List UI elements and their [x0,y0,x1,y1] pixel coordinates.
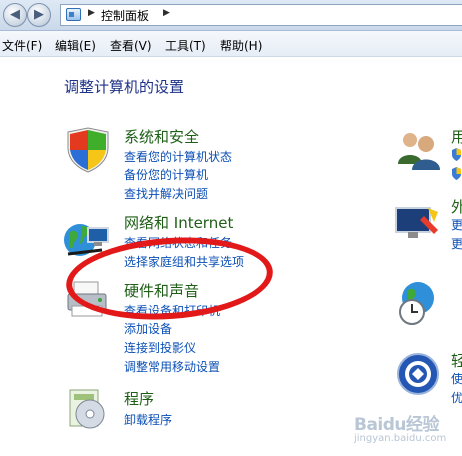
appearance-monitor-icon[interactable] [394,202,440,246]
breadcrumb-control-panel[interactable]: 控制面板 [101,7,149,24]
uac-shield-icon [452,148,461,161]
baidu-watermark: Baidu经验 jingyan.baidu.com [340,404,462,456]
category-network-internet[interactable]: 网络和 Internet [124,212,233,233]
category-user-accounts-partial[interactable]: 用 [451,126,462,147]
link-connect-projector[interactable]: 连接到投影仪 [124,339,196,356]
menu-bar: 文件(F) 编辑(E) 查看(V) 工具(T) 帮助(H) [0,31,462,57]
address-bar: ◀ ▶ ▶ 控制面板 ▶ [0,0,462,31]
ease-of-access-icon[interactable] [396,352,440,396]
breadcrumb[interactable]: ▶ 控制面板 ▶ [60,4,462,26]
category-programs[interactable]: 程序 [124,388,154,409]
menu-tools[interactable]: 工具(T) [165,37,206,54]
link-add-device[interactable]: 添加设备 [124,320,172,337]
category-system-security[interactable]: 系统和安全 [124,126,199,147]
category-appearance-partial[interactable]: 外 [451,196,462,217]
forward-arrow-icon: ▶ [34,7,44,22]
back-arrow-icon: ◀ [10,7,20,22]
forward-button[interactable]: ▶ [27,3,51,27]
menu-edit[interactable]: 编辑(E) [55,37,96,54]
back-button[interactable]: ◀ [3,3,27,27]
link-change-theme-partial[interactable]: 更 [451,216,462,233]
breadcrumb-separator-icon[interactable]: ▶ [163,8,170,18]
security-shield-icon[interactable] [64,126,112,174]
link-uninstall-program[interactable]: 卸载程序 [124,411,172,428]
menu-help[interactable]: 帮助(H) [220,37,262,54]
link-ease-setting-partial[interactable]: 使 [451,370,462,387]
programs-disc-icon[interactable] [64,386,110,432]
link-view-computer-status[interactable]: 查看您的计算机状态 [124,148,232,165]
link-mobility-settings[interactable]: 调整常用移动设置 [124,358,220,375]
uac-shield-icon [452,167,461,180]
menu-view[interactable]: 查看(V) [110,37,152,54]
link-change-background-partial[interactable]: 更 [451,235,462,252]
user-accounts-icon[interactable] [396,128,440,172]
watermark-text: Baidu经验 [354,415,440,435]
link-backup-computer[interactable]: 备份您的计算机 [124,166,208,183]
link-find-fix-problems[interactable]: 查找并解决问题 [124,185,208,202]
control-panel-icon [66,8,81,21]
menu-file[interactable]: 文件(F) [2,37,42,54]
page-title: 调整计算机的设置 [64,78,185,96]
watermark-url: jingyan.baidu.com [354,433,447,444]
clock-language-region-icon[interactable] [396,280,440,326]
breadcrumb-separator-icon[interactable]: ▶ [88,8,95,18]
category-ease-of-access-partial[interactable]: 轻 [451,350,462,371]
